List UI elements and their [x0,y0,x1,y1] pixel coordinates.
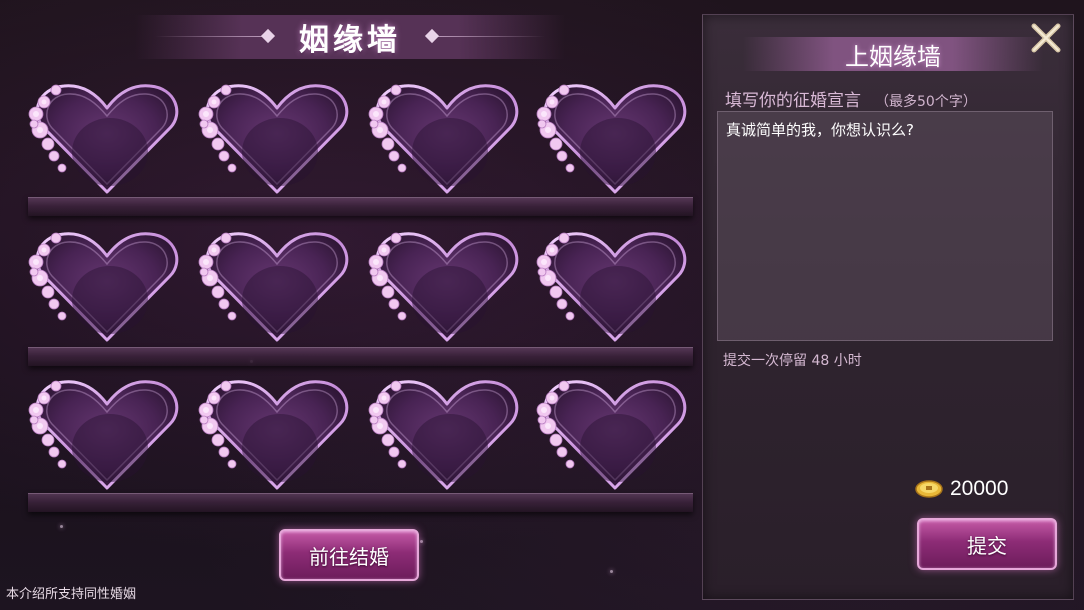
stay-duration-text: 提交一次停留 48 小时 [723,353,862,369]
declaration-text: 真诚简单的我，你想认识么? [726,121,914,139]
sparkle [420,540,423,543]
banner-line [435,36,545,37]
submit-button[interactable]: 提交 [917,518,1057,570]
cost-value: 20000 [950,477,1009,500]
wall-title-banner: 姻缘墙 [135,15,565,59]
submit-button-label: 提交 [967,533,1007,558]
heart-frame-icon [368,380,519,490]
sparkle [60,525,63,528]
heart-frame-icon [198,84,349,194]
heart-slot[interactable] [196,228,356,346]
go-marry-button-label: 前往结婚 [309,544,389,569]
heart-frame-icon [28,380,179,490]
declaration-label-row: 填写你的征婚宣言 （最多50个字） [725,86,977,111]
wall-title: 姻缘墙 [299,23,401,58]
panel-header: 上姻缘墙 [743,37,1043,71]
diamond-ornament-icon [260,28,276,44]
shelf [28,347,693,366]
go-marry-button[interactable]: 前往结婚 [279,529,419,581]
diamond-ornament-icon [424,28,440,44]
heart-frame-icon [198,232,349,342]
heart-slot[interactable] [366,228,526,346]
heart-frame-icon [28,84,179,194]
banner-line [155,36,265,37]
heart-slot[interactable] [26,376,186,494]
same-sex-note: 本介绍所支持同性婚姻 [6,587,137,602]
sparkle [610,570,613,573]
close-icon[interactable] [1030,22,1062,54]
heart-frame-icon [536,380,687,490]
game-screen: 姻缘墙 前往结婚 本介绍所支持同性婚姻 上姻缘墙 填写你的征婚宣言 （最多50个… [0,0,1084,610]
panel-title: 上姻缘墙 [845,42,941,71]
heart-slot[interactable] [534,228,694,346]
shelf [28,493,693,512]
heart-frame-icon [536,232,687,342]
heart-frame-icon [198,380,349,490]
heart-slot[interactable] [196,80,356,198]
shelf [28,197,693,216]
declaration-label: 填写你的征婚宣言 [725,91,861,111]
heart-slot[interactable] [534,376,694,494]
heart-slot[interactable] [534,80,694,198]
heart-slot[interactable] [26,80,186,198]
cost-row: 20000 [914,476,1008,502]
heart-frame-icon [368,84,519,194]
declaration-input[interactable]: 真诚简单的我，你想认识么? [717,111,1053,341]
heart-slot[interactable] [366,376,526,494]
heart-slot[interactable] [196,376,356,494]
heart-slot[interactable] [26,228,186,346]
gold-coin-icon [915,480,943,498]
heart-frame-icon [368,232,519,342]
heart-frame-icon [536,84,687,194]
heart-frame-icon [28,232,179,342]
heart-slot[interactable] [366,80,526,198]
declaration-hint: （最多50个字） [875,94,977,110]
